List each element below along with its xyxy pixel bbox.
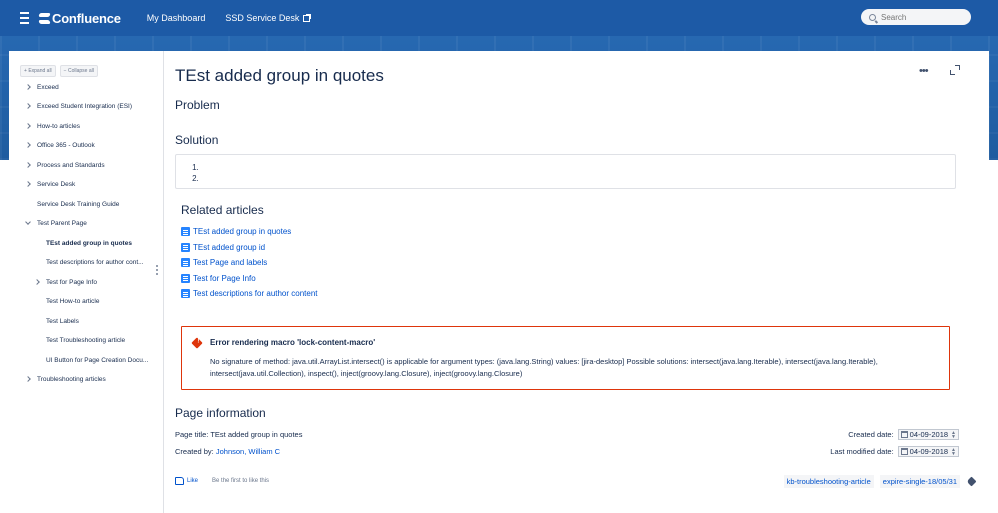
nav-ssd-service-desk[interactable]: SSD Service Desk bbox=[225, 13, 312, 23]
tag-icon[interactable] bbox=[966, 476, 977, 487]
calendar-icon bbox=[900, 431, 908, 438]
page-labels: kb-troubleshooting-article expire-single… bbox=[783, 475, 977, 488]
tree-item-esi[interactable]: Exceed Student Integration (ESI) bbox=[25, 103, 132, 110]
related-article-link[interactable]: TEst added group in quotes bbox=[181, 224, 318, 240]
solution-panel bbox=[175, 154, 956, 189]
tree-item-current-page[interactable]: TEst added group in quotes bbox=[46, 240, 132, 247]
chevron-right-icon[interactable] bbox=[34, 279, 40, 285]
solution-step bbox=[201, 173, 955, 184]
created-date-field[interactable]: 04-09-2018 ▲ ▼ bbox=[897, 429, 959, 440]
related-articles-heading: Related articles bbox=[181, 203, 264, 217]
chevron-right-icon[interactable] bbox=[25, 103, 31, 109]
tree-item-troubleshooting[interactable]: Troubleshooting articles bbox=[25, 376, 106, 383]
solution-heading: Solution bbox=[175, 133, 219, 147]
solution-step bbox=[201, 162, 955, 173]
related-article-link[interactable]: TEst added group id bbox=[181, 240, 318, 256]
sidebar-resize-handle[interactable] bbox=[156, 265, 158, 275]
page-icon bbox=[181, 289, 190, 299]
external-link-icon bbox=[303, 13, 312, 22]
tree-item-test-descriptions[interactable]: Test descriptions for author cont... bbox=[46, 259, 144, 266]
modified-date-row: Last modified date: 04-09-2018 ▲ ▼ bbox=[830, 446, 959, 457]
chevron-right-icon[interactable] bbox=[25, 162, 31, 168]
tree-item-how-to[interactable]: How-to articles bbox=[25, 123, 80, 130]
fullscreen-icon[interactable] bbox=[950, 65, 960, 75]
page-title: TEst added group in quotes bbox=[175, 66, 384, 85]
related-articles-list: TEst added group in quotes TEst added gr… bbox=[181, 224, 318, 302]
chevron-right-icon[interactable] bbox=[25, 181, 31, 187]
chevron-down-icon[interactable] bbox=[25, 219, 31, 225]
tree-controls: + Expand all − Collapse all bbox=[9, 51, 163, 77]
expand-all-button[interactable]: + Expand all bbox=[20, 65, 56, 77]
label-chip[interactable]: kb-troubleshooting-article bbox=[783, 475, 874, 488]
calendar-icon bbox=[900, 448, 908, 455]
tree-item-test-parent[interactable]: Test Parent Page bbox=[25, 219, 87, 227]
page-card: + Expand all − Collapse all Exceed Excee… bbox=[9, 51, 989, 513]
chevron-right-icon[interactable] bbox=[25, 123, 31, 129]
tree-item-test-labels[interactable]: Test Labels bbox=[46, 318, 79, 325]
tree-item-process[interactable]: Process and Standards bbox=[25, 162, 105, 169]
like-button[interactable]: Like bbox=[187, 478, 198, 484]
more-actions-icon[interactable]: ••• bbox=[919, 65, 929, 77]
related-article-link[interactable]: Test for Page Info bbox=[181, 271, 318, 287]
nav-my-dashboard[interactable]: My Dashboard bbox=[147, 13, 206, 23]
modified-date-field[interactable]: 04-09-2018 ▲ ▼ bbox=[897, 446, 959, 457]
related-article-link[interactable]: Test Page and labels bbox=[181, 255, 318, 271]
page-tree-sidebar: + Expand all − Collapse all Exceed Excee… bbox=[9, 51, 164, 513]
page-icon bbox=[181, 273, 190, 283]
label-chip[interactable]: expire-single-18/05/31 bbox=[879, 475, 960, 488]
tree-item-training-guide[interactable]: Service Desk Training Guide bbox=[37, 201, 119, 208]
tree-item-exceed[interactable]: Exceed bbox=[25, 84, 59, 91]
error-title: Error rendering macro 'lock-content-macr… bbox=[210, 338, 376, 347]
nav-label: My Dashboard bbox=[146, 13, 206, 23]
page-content: TEst added group in quotes ••• Problem S… bbox=[175, 51, 989, 513]
modified-date-label: Last modified date: bbox=[830, 447, 894, 456]
thumbs-up-icon[interactable] bbox=[175, 477, 184, 485]
page-icon bbox=[181, 258, 190, 268]
error-icon: ! bbox=[191, 337, 203, 349]
created-date-row: Created date: 04-09-2018 ▲ ▼ bbox=[848, 429, 959, 440]
collapse-all-button[interactable]: − Collapse all bbox=[59, 65, 98, 77]
date-spinner-icon[interactable]: ▲ ▼ bbox=[951, 430, 956, 439]
created-date-label: Created date: bbox=[848, 430, 894, 439]
like-hint: Be the first to like this bbox=[212, 478, 270, 484]
page-information-heading: Page information bbox=[175, 406, 266, 420]
page-icon bbox=[181, 242, 190, 252]
tree-item-ui-button[interactable]: UI Button for Page Creation Docu... bbox=[46, 357, 148, 364]
tree-item-service-desk[interactable]: Service Desk bbox=[25, 181, 75, 188]
page-icon bbox=[181, 227, 190, 237]
search-box[interactable] bbox=[861, 9, 971, 25]
nav-label: SSD Service Desk bbox=[225, 13, 300, 23]
tree-item-test-how-to[interactable]: Test How-to article bbox=[46, 298, 99, 305]
problem-heading: Problem bbox=[175, 98, 220, 112]
created-by-info: Created by: Johnson, William C bbox=[175, 447, 281, 456]
author-link[interactable]: Johnson, William C bbox=[216, 447, 280, 456]
tree-item-test-page-info[interactable]: Test for Page Info bbox=[34, 279, 97, 286]
chevron-right-icon[interactable] bbox=[25, 142, 31, 148]
top-navigation-bar: Confluence My Dashboard SSD Service Desk bbox=[0, 0, 998, 36]
search-icon bbox=[869, 13, 876, 21]
like-bar: Like Be the first to like this bbox=[175, 477, 269, 485]
error-message: No signature of method: java.util.ArrayL… bbox=[210, 357, 878, 378]
macro-error-panel: ! Error rendering macro 'lock-content-ma… bbox=[181, 326, 950, 390]
confluence-logo-icon bbox=[39, 13, 50, 24]
search-input[interactable] bbox=[881, 12, 961, 22]
solution-list bbox=[176, 155, 955, 184]
tree-item-office365[interactable]: Office 365 - Outlook bbox=[25, 142, 95, 149]
menu-icon[interactable] bbox=[9, 0, 39, 36]
tree-item-test-troubleshooting[interactable]: Test Troubleshooting article bbox=[46, 337, 125, 344]
logo-text: Confluence bbox=[52, 10, 121, 26]
related-article-link[interactable]: Test descriptions for author content bbox=[181, 286, 318, 302]
confluence-logo[interactable]: Confluence bbox=[39, 11, 121, 26]
chevron-right-icon[interactable] bbox=[25, 376, 31, 382]
date-spinner-icon[interactable]: ▲ ▼ bbox=[951, 447, 956, 456]
chevron-right-icon[interactable] bbox=[25, 84, 31, 90]
page-title-info: Page title: TEst added group in quotes bbox=[175, 430, 303, 439]
